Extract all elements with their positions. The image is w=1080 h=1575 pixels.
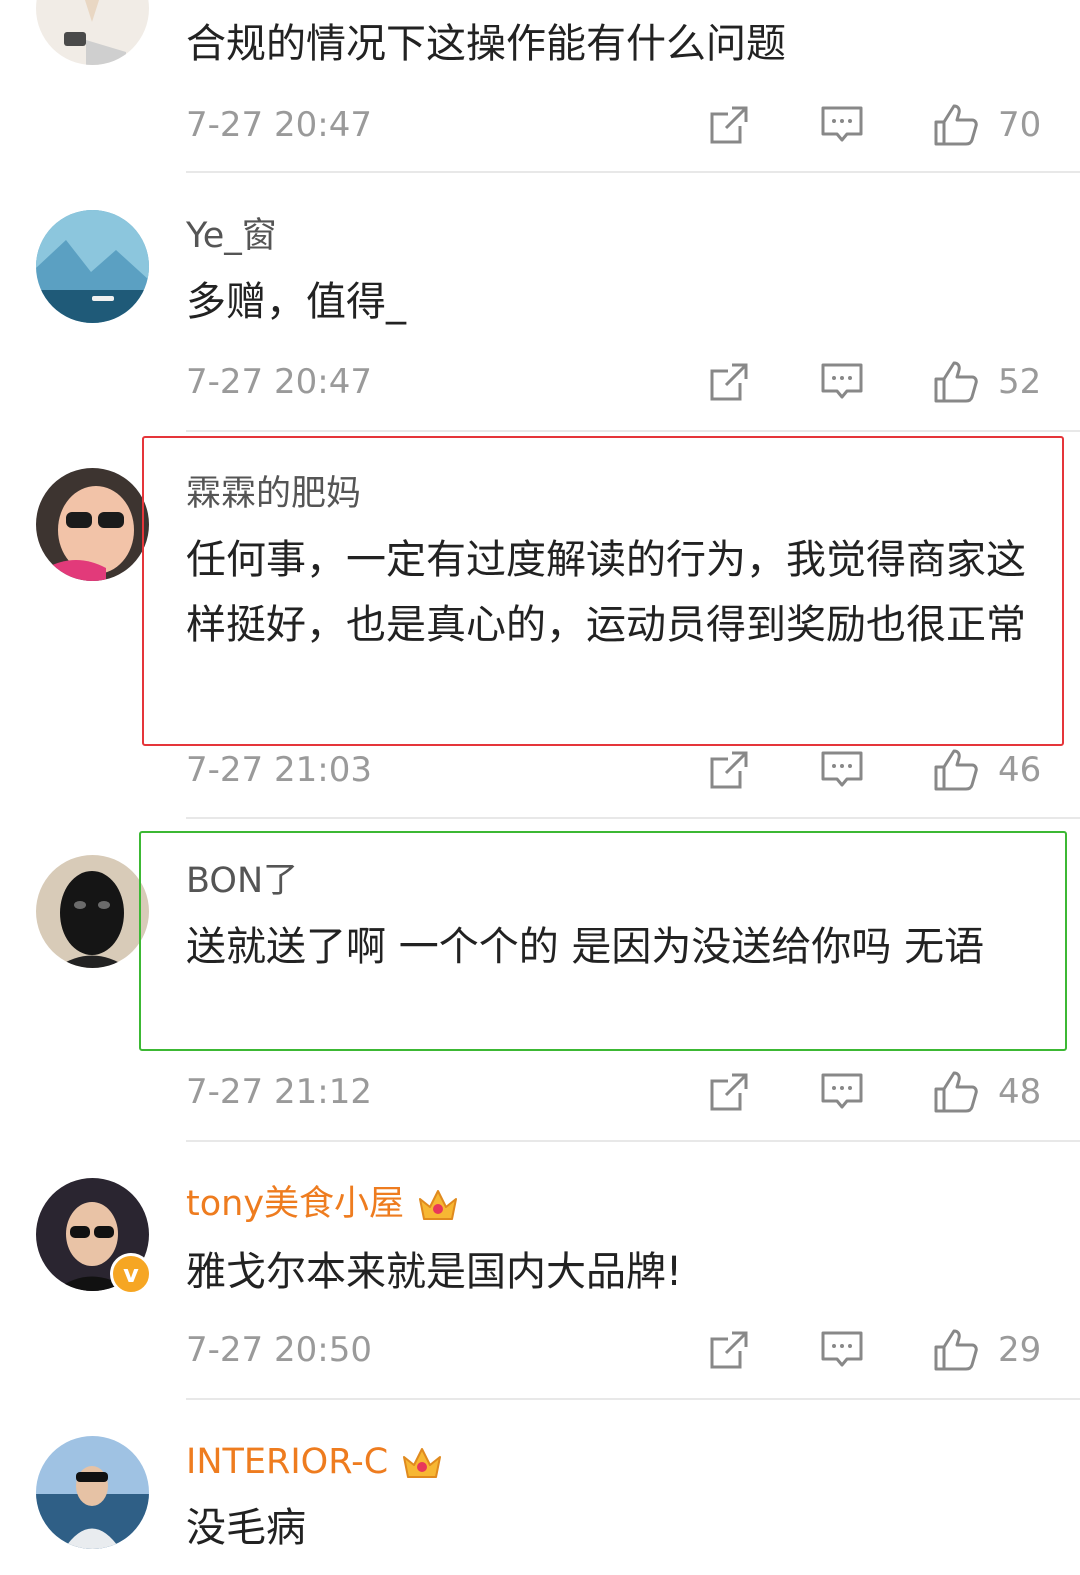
username[interactable]: tony美食小屋 xyxy=(186,1183,460,1225)
comment-meta: 7-27 20:50 29 xyxy=(186,1325,1046,1375)
crown-icon xyxy=(419,1190,458,1220)
comment-meta: 7-27 21:12 48 xyxy=(186,1067,1046,1117)
avatar[interactable] xyxy=(36,1436,149,1549)
comment-feed: 合规的情况下这操作能有什么问题 7-27 20:47 70 Ye_窗 多赠，值得… xyxy=(0,0,1080,1575)
avatar[interactable] xyxy=(36,855,149,968)
share-icon[interactable] xyxy=(706,102,752,148)
timestamp: 7-27 21:03 xyxy=(186,750,372,790)
divider xyxy=(186,1398,1080,1400)
like-count: 70 xyxy=(998,105,1042,145)
like-count: 48 xyxy=(998,1072,1042,1112)
comment-icon[interactable] xyxy=(819,102,865,148)
share-icon[interactable] xyxy=(706,1327,752,1373)
username[interactable]: INTERIOR-C xyxy=(186,1441,444,1483)
comment-icon[interactable] xyxy=(819,1069,865,1115)
thumbs-up-icon[interactable] xyxy=(932,102,978,148)
divider xyxy=(186,817,1080,819)
comment-text: 没毛病 xyxy=(186,1505,306,1551)
share-icon[interactable] xyxy=(706,747,752,793)
username-text: BON了 xyxy=(186,861,299,901)
thumbs-up-icon[interactable] xyxy=(932,747,978,793)
share-icon[interactable] xyxy=(706,1069,752,1115)
share-icon[interactable] xyxy=(706,359,752,405)
avatar[interactable] xyxy=(36,468,149,581)
like-count: 52 xyxy=(998,362,1042,402)
comment-text: 送就送了啊 一个个的 是因为没送给你吗 无语 xyxy=(186,924,985,970)
comment-text: 多赠，值得_ xyxy=(186,279,406,325)
username-text: INTERIOR-C xyxy=(186,1442,389,1482)
verified-badge-icon: v xyxy=(110,1253,152,1295)
avatar[interactable] xyxy=(36,210,149,323)
comment-meta: 7-27 20:47 70 xyxy=(186,100,1046,150)
comment-icon[interactable] xyxy=(819,747,865,793)
timestamp: 7-27 21:12 xyxy=(186,1072,372,1112)
username[interactable]: BON了 xyxy=(186,860,298,902)
comment-meta: 7-27 21:03 46 xyxy=(186,745,1046,795)
comment-text: 合规的情况下这操作能有什么问题 xyxy=(186,21,786,67)
comment-text: 雅戈尔本来就是国内大品牌! xyxy=(186,1249,683,1295)
thumbs-up-icon[interactable] xyxy=(932,1327,978,1373)
divider xyxy=(186,1140,1080,1142)
like-count: 46 xyxy=(998,750,1042,790)
comment-text: 任何事，一定有过度解读的行为，我觉得商家这样挺好，也是真心的，运动员得到奖励也很… xyxy=(186,537,1026,648)
username-text: tony美食小屋 xyxy=(186,1184,405,1224)
thumbs-up-icon[interactable] xyxy=(932,359,978,405)
timestamp: 7-27 20:47 xyxy=(186,362,372,402)
divider xyxy=(186,430,1080,432)
username[interactable]: Ye_窗 xyxy=(186,215,277,257)
like-count: 29 xyxy=(998,1330,1042,1370)
divider xyxy=(186,171,1080,173)
avatar[interactable] xyxy=(36,0,149,65)
username-text: 霖霖的肥妈 xyxy=(186,474,362,514)
comment-meta: 7-27 20:47 52 xyxy=(186,357,1046,407)
crown-icon xyxy=(403,1448,442,1478)
timestamp: 7-27 20:50 xyxy=(186,1330,372,1370)
username[interactable]: 霖霖的肥妈 xyxy=(186,473,361,515)
comment-icon[interactable] xyxy=(819,1327,865,1373)
thumbs-up-icon[interactable] xyxy=(932,1069,978,1115)
username-text: Ye_窗 xyxy=(186,216,277,256)
timestamp: 7-27 20:47 xyxy=(186,105,372,145)
comment-icon[interactable] xyxy=(819,359,865,405)
